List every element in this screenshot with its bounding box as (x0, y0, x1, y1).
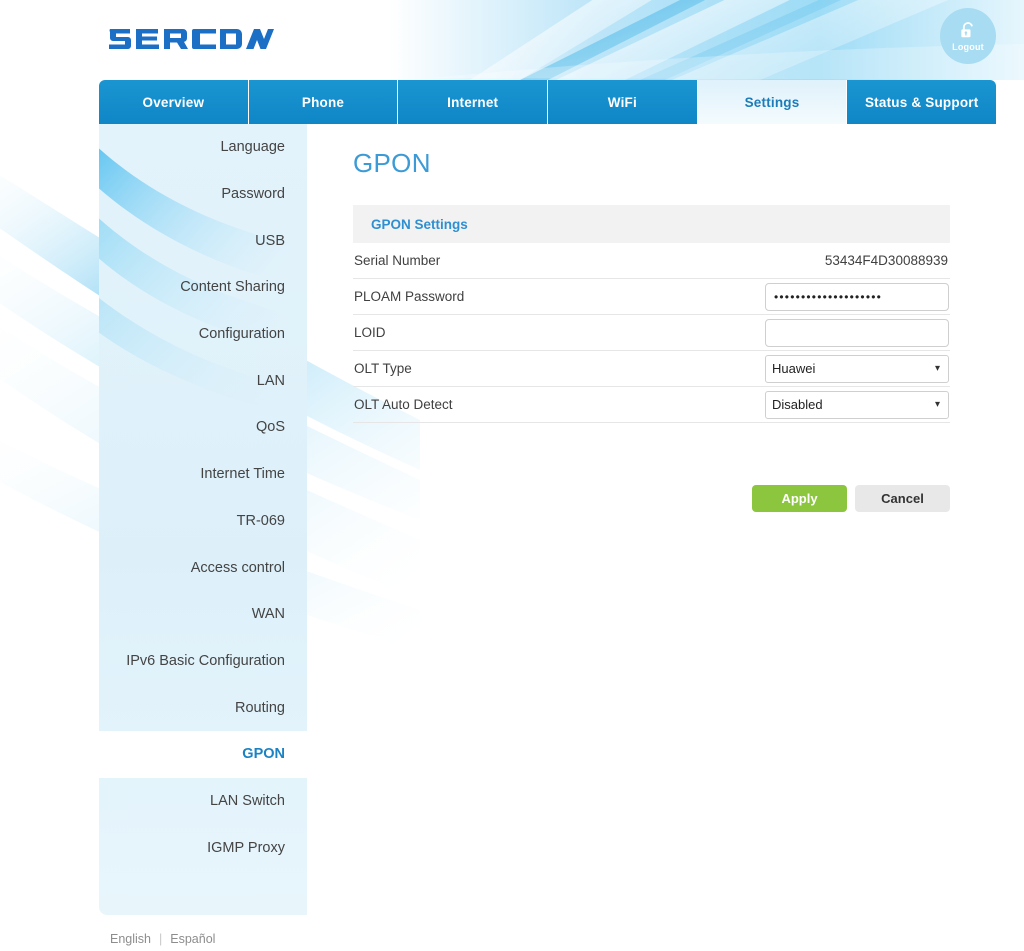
sidebar-item-qos[interactable]: QoS (99, 404, 307, 451)
sidebar-item-igmp-proxy[interactable]: IGMP Proxy (99, 824, 307, 871)
footer-separator: | (159, 932, 163, 946)
ploam-password-label: PLOAM Password (354, 289, 465, 304)
settings-sidebar: Language Password USB Content Sharing Co… (99, 124, 307, 915)
ploam-password-input[interactable] (765, 282, 949, 311)
gpon-settings-panel: GPON Settings Serial Number 53434F4D3008… (353, 205, 950, 423)
footer-link-english[interactable]: English (110, 932, 151, 946)
sidebar-item-label: Password (221, 186, 285, 203)
logout-label: Logout (952, 41, 984, 52)
row-olt-type: OLT Type Huawei ▾ (353, 351, 950, 387)
olt-auto-detect-select[interactable]: Disabled (765, 390, 949, 419)
apply-button[interactable]: Apply (752, 485, 847, 512)
tab-status-support[interactable]: Status & Support (847, 80, 996, 124)
page-header: Logout (0, 0, 1024, 80)
sidebar-item-label: IPv6 Basic Configuration (126, 652, 285, 669)
tab-internet[interactable]: Internet (398, 80, 549, 124)
row-serial-number: Serial Number 53434F4D30088939 (353, 243, 950, 279)
serial-number-label: Serial Number (354, 253, 441, 268)
panel-header: GPON Settings (353, 205, 950, 243)
sidebar-item-gpon[interactable]: GPON (99, 730, 307, 778)
sidebar-item-lan-switch[interactable]: LAN Switch (99, 778, 307, 825)
cancel-button[interactable]: Cancel (855, 485, 950, 512)
sidebar-item-label: Internet Time (200, 466, 285, 483)
sidebar-item-ipv6-basic-configuration[interactable]: IPv6 Basic Configuration (99, 638, 307, 685)
tab-settings[interactable]: Settings (697, 80, 848, 124)
sidebar-item-language[interactable]: Language (99, 124, 307, 171)
sidebar-item-internet-time[interactable]: Internet Time (99, 451, 307, 498)
sercomm-logo (109, 29, 274, 49)
main-navigation: Overview Phone Internet WiFi Settings St… (99, 80, 996, 124)
sidebar-item-tr-069[interactable]: TR-069 (99, 498, 307, 545)
serial-number-value: 53434F4D30088939 (824, 253, 948, 268)
logout-button[interactable]: Logout (940, 8, 996, 64)
tab-phone[interactable]: Phone (248, 80, 399, 124)
sidebar-item-label: Configuration (198, 326, 285, 343)
sidebar-item-label: Language (220, 139, 285, 156)
main-content: GPON GPON Settings Serial Number 53434F4… (307, 124, 996, 915)
language-footer: English | Español (110, 932, 215, 946)
tab-overview[interactable]: Overview (99, 80, 249, 124)
olt-auto-detect-label: OLT Auto Detect (354, 397, 453, 412)
loid-input[interactable] (765, 318, 949, 347)
sidebar-item-label: Content Sharing (180, 279, 285, 296)
form-actions: Apply Cancel (353, 485, 950, 512)
sidebar-item-label: TR-069 (236, 512, 285, 529)
olt-type-label: OLT Type (354, 361, 412, 376)
olt-type-select[interactable]: Huawei (765, 354, 949, 383)
sidebar-item-label: QoS (255, 419, 285, 436)
sidebar-item-label: LAN (256, 372, 285, 389)
row-loid: LOID (353, 315, 950, 351)
olt-type-select-wrap: Huawei ▾ (765, 354, 949, 383)
row-ploam-password: PLOAM Password (353, 279, 950, 315)
panel-header-title: GPON Settings (371, 216, 468, 232)
sidebar-item-label: IGMP Proxy (207, 839, 285, 856)
loid-label: LOID (354, 325, 386, 340)
tab-wifi[interactable]: WiFi (548, 80, 698, 124)
row-olt-auto-detect: OLT Auto Detect Disabled ▾ (353, 387, 950, 423)
sidebar-item-content-sharing[interactable]: Content Sharing (99, 264, 307, 311)
sidebar-item-lan[interactable]: LAN (99, 357, 307, 404)
sidebar-item-label: Routing (235, 699, 285, 716)
sidebar-item-label: USB (255, 232, 285, 249)
sidebar-item-label: GPON (242, 746, 285, 763)
sidebar-item-label: WAN (251, 606, 285, 623)
sidebar-item-wan[interactable]: WAN (99, 591, 307, 638)
sidebar-item-routing[interactable]: Routing (99, 684, 307, 731)
sidebar-item-password[interactable]: Password (99, 171, 307, 218)
sidebar-item-usb[interactable]: USB (99, 217, 307, 264)
page-title: GPON (353, 148, 431, 178)
olt-auto-detect-select-wrap: Disabled ▾ (765, 390, 949, 419)
sidebar-item-label: Access control (190, 559, 285, 576)
sidebar-item-configuration[interactable]: Configuration (99, 311, 307, 358)
footer-link-espanol[interactable]: Español (170, 932, 215, 946)
sidebar-item-label: LAN Switch (210, 792, 285, 809)
open-padlock-icon (961, 21, 973, 37)
sidebar-item-access-control[interactable]: Access control (99, 544, 307, 591)
